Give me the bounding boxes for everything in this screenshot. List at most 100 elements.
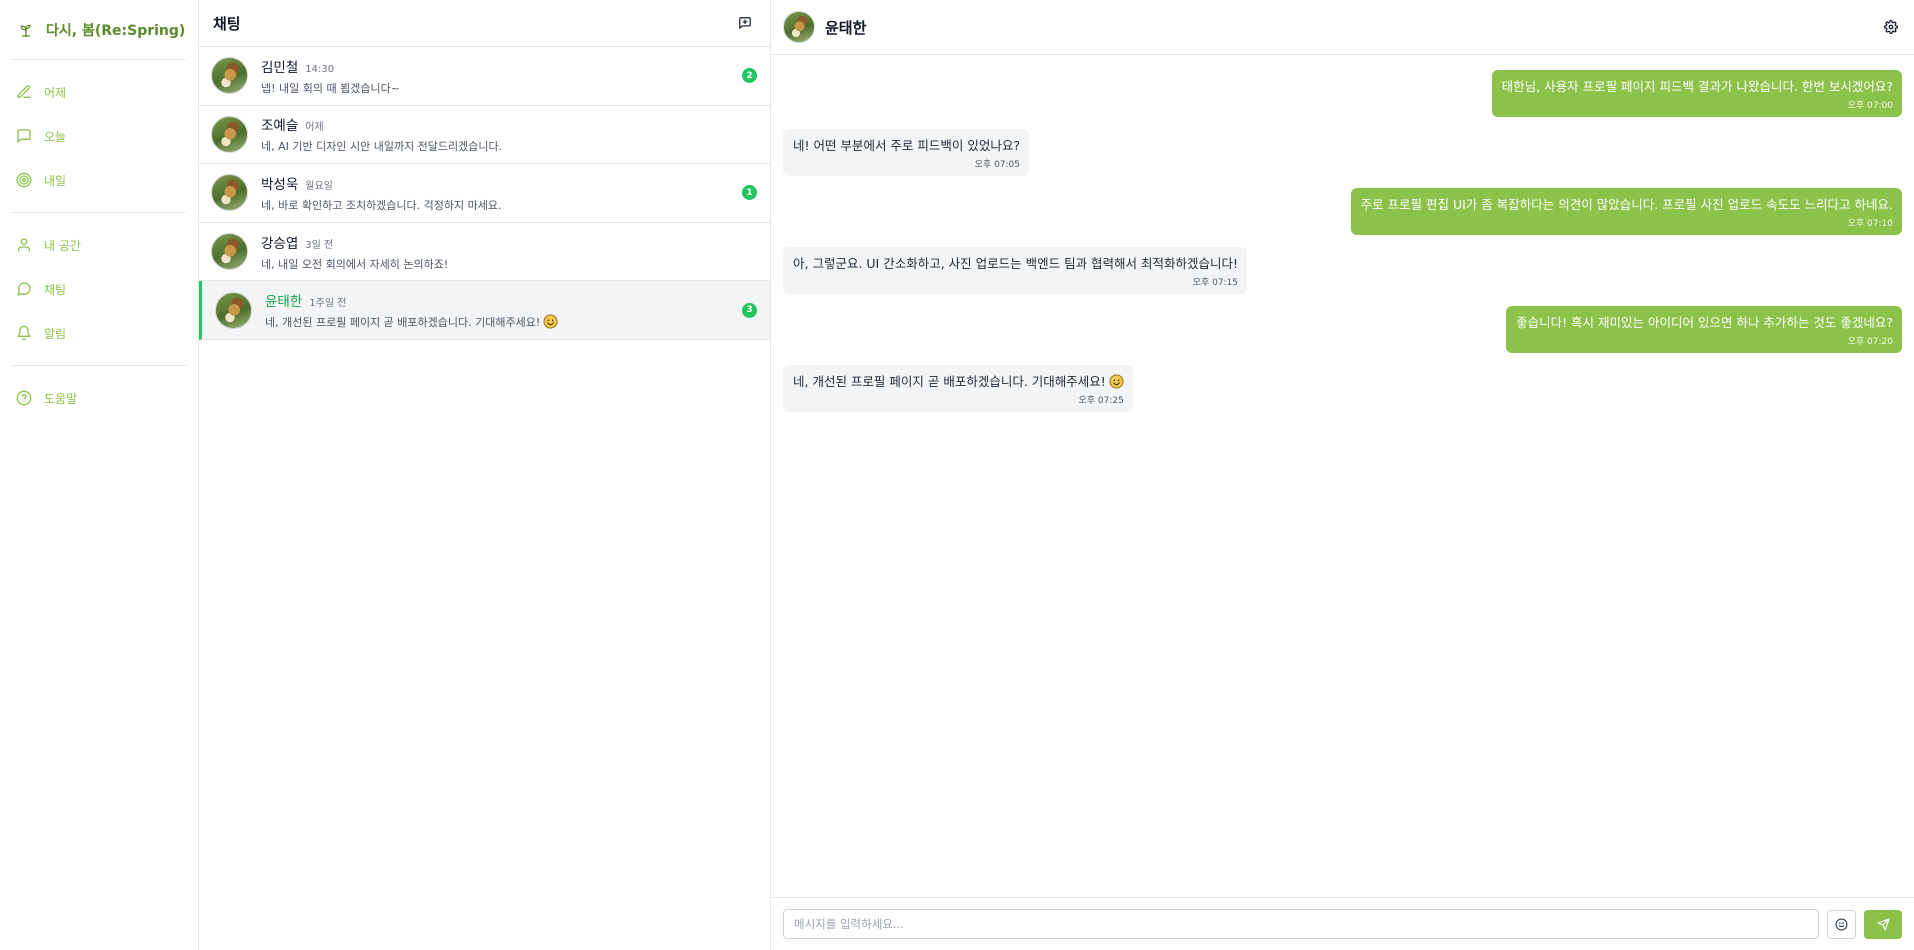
nav-group: 도움말 (12, 366, 186, 430)
message-bubble[interactable]: 태한님, 사용자 프로필 페이지 피드백 결과가 나왔습니다. 한번 보시겠어요… (1491, 70, 1902, 117)
chat-items: 김민철 14:30 넵! 내일 회의 때 뵙겠습니다~ 2 조예슬 어제 네, AI 기반 … (199, 47, 770, 340)
message-bubble[interactable]: 네! 어떤 부분에서 주로 피드백이 있었나요? 오후 07:05 (783, 129, 1030, 176)
avatar (211, 57, 248, 95)
chat-preview-text: 네, 개선된 프로필 페이지 곧 배포하겠습니다. 기대해주세요! (265, 316, 541, 330)
sprout-icon (20, 24, 31, 37)
nav-item-help-circle[interactable]: 도움말 (12, 376, 186, 420)
message-input[interactable] (783, 909, 1819, 939)
chat-preview: 네, AI 기반 디자인 시안 내일까지 전달드리겠습니다. (261, 138, 758, 154)
message-text: 주로 프로필 편집 UI가 좀 복잡하다는 의견이 많았습니다. 프로필 사진 … (1360, 197, 1893, 212)
chat-preview-text: 네, 내일 오전 회의에서 자세히 논의하죠! (261, 257, 449, 271)
chat-item-body: 조예슬 어제네, AI 기반 디자인 시안 내일까지 전달드리겠습니다. (261, 114, 758, 154)
message-thread: 태한님, 사용자 프로필 페이지 피드백 결과가 나왔습니다. 한번 보시겠어요… (771, 55, 1914, 897)
chat-preview: 네, 내일 오전 회의에서 자세히 논의하죠! (261, 256, 758, 272)
nav-item-bell[interactable]: 알림 (12, 311, 186, 355)
chat-list-item[interactable]: 강승엽 3일 전 네, 내일 오전 회의에서 자세히 논의하죠! (199, 223, 770, 282)
brand[interactable]: 다시, 봄(Re:Spring) (12, 0, 186, 60)
emoji-button[interactable] (1827, 909, 1856, 939)
message-text-row: 네, 개선된 프로필 페이지 곧 배포하겠습니다. 기대해주세요! (793, 373, 1124, 390)
chat-list-title: 채팅 (213, 14, 241, 33)
chat-preview-text: 네, AI 기반 디자인 시안 내일까지 전달드리겠습니다. (261, 140, 503, 154)
avatar (211, 174, 248, 212)
nav-item-label: 알림 (44, 326, 67, 341)
incoming-message: 아, 그렇군요. UI 간소화하고, 사진 업로드는 백엔드 팀과 협력해서 최… (783, 247, 1902, 294)
chat-time: 어제 (305, 122, 324, 134)
help-circle-icon (16, 390, 32, 406)
avatar[interactable] (783, 11, 815, 43)
brand-title: 다시, 봄(Re:Spring) (46, 22, 186, 39)
incoming-message: 네, 개선된 프로필 페이지 곧 배포하겠습니다. 기대해주세요! 오후 07:2… (783, 365, 1902, 412)
chat-list-header: 채팅 (199, 0, 770, 47)
message-text-row: 좋습니다! 혹시 재미있는 아이디어 있으면 하나 추가하는 것도 좋겠네요? (1516, 314, 1893, 331)
unread-badge: 3 (742, 302, 757, 318)
unread-badge: 1 (742, 185, 757, 201)
chat-list-item[interactable]: 윤태한 1주일 전네, 개선된 프로필 페이지 곧 배포하겠습니다. 기대해주세요… (199, 281, 770, 340)
avatar (215, 291, 252, 329)
chat-name: 김민철 (261, 59, 299, 76)
smile-icon (1835, 918, 1848, 930)
bell-icon (17, 325, 31, 341)
new-message-icon (739, 17, 751, 29)
chat-time: 14:30 (305, 63, 335, 75)
nav-item-label: 오늘 (44, 129, 67, 144)
user-icon (18, 238, 30, 252)
new-chat-button[interactable] (734, 12, 756, 34)
message-time: 오후 07:15 (1192, 278, 1239, 288)
send-button[interactable] (1864, 909, 1902, 939)
message-time: 오후 07:10 (1847, 219, 1893, 229)
message-text-row: 네! 어떤 부분에서 주로 피드백이 있었나요? (793, 137, 1020, 154)
gear-icon (1884, 20, 1898, 34)
nav-item-label: 어제 (44, 85, 67, 100)
chat-time: 1주일 전 (309, 298, 347, 310)
message-time: 오후 07:05 (974, 160, 1021, 170)
chat-item-body: 강승엽 3일 전 네, 내일 오전 회의에서 자세히 논의하죠! (261, 232, 758, 272)
nav-item-label: 내 공간 (44, 238, 81, 253)
message-bubble[interactable]: 주로 프로필 편집 UI가 좀 복잡하다는 의견이 많았습니다. 프로필 사진 … (1350, 188, 1902, 235)
message-text-row: 주로 프로필 편집 UI가 좀 복잡하다는 의견이 많았습니다. 프로필 사진 … (1361, 196, 1893, 213)
nav-item-label: 채팅 (44, 282, 67, 297)
avatar (211, 115, 248, 153)
chat-item-body: 윤태한 1주일 전네, 개선된 프로필 페이지 곧 배포하겠습니다. 기대해주세요… (265, 290, 742, 330)
chat-list-item[interactable]: 조예슬 어제네, AI 기반 디자인 시안 내일까지 전달드리겠습니다. (199, 106, 770, 165)
message-bubble[interactable]: 아, 그렇군요. UI 간소화하고, 사진 업로드는 백엔드 팀과 협력해서 최… (783, 247, 1248, 294)
message-time: 오후 07:25 (1078, 396, 1124, 406)
target-icon (16, 172, 32, 188)
conversation-name: 윤태한 (825, 18, 867, 37)
chat-time: 월요일 (305, 180, 333, 192)
chat-name: 강승엽 (261, 235, 299, 252)
chat-preview: 네, 개선된 프로필 페이지 곧 배포하겠습니다. 기대해주세요! (265, 314, 742, 330)
message-bubble[interactable]: 좋습니다! 혹시 재미있는 아이디어 있으면 하나 추가하는 것도 좋겠네요? 오… (1506, 306, 1902, 353)
chat-list-panel: 채팅 김민철 14:30 넵! 내일 회의 때 뵙겠습니다~ 2 조예슬 어제 네, AI … (199, 0, 771, 950)
smile-emoji-icon (543, 314, 558, 329)
composer (771, 897, 1914, 950)
nav-item-pencil[interactable]: 어제 (12, 70, 186, 114)
message-time: 오후 07:20 (1847, 337, 1893, 347)
chat-preview: 네, 바로 확인하고 조치하겠습니다. 걱정하지 마세요. (261, 197, 742, 213)
chat-name: 조예슬 (261, 118, 299, 135)
chat-name: 박성욱 (261, 176, 299, 193)
nav-item-chat-bubble[interactable]: 오늘 (12, 114, 186, 158)
avatar (211, 233, 248, 271)
message-text: 아, 그렇군요. UI 간소화하고, 사진 업로드는 백엔드 팀과 협력해서 최… (793, 256, 1239, 271)
chat-list-item[interactable]: 박성욱 월요일네, 바로 확인하고 조치하겠습니다. 걱정하지 마세요. 1 (199, 164, 770, 223)
chat-round-icon (17, 282, 31, 296)
message-text: 네, 개선된 프로필 페이지 곧 배포하겠습니다. 기대해주세요! (793, 374, 1106, 389)
nav-group: 어제오늘내일 (12, 60, 186, 213)
message-text-row: 태한님, 사용자 프로필 페이지 피드백 결과가 나왔습니다. 한번 보시겠어요… (1502, 78, 1893, 95)
chat-preview-text: 네, 바로 확인하고 조치하겠습니다. 걱정하지 마세요. (261, 198, 502, 212)
nav-item-user[interactable]: 내 공간 (12, 223, 186, 267)
settings-button[interactable] (1880, 16, 1902, 38)
smile-emoji-icon (1109, 374, 1124, 389)
message-bubble[interactable]: 네, 개선된 프로필 페이지 곧 배포하겠습니다. 기대해주세요! 오후 07:2… (783, 365, 1133, 412)
message-text: 네! 어떤 부분에서 주로 피드백이 있었나요? (793, 138, 1021, 153)
pencil-icon (17, 85, 31, 98)
nav-item-target[interactable]: 내일 (12, 158, 186, 202)
chat-name: 윤태한 (265, 294, 303, 311)
chat-list-item[interactable]: 김민철 14:30 넵! 내일 회의 때 뵙겠습니다~ 2 (199, 47, 770, 106)
nav-item-label: 도움말 (44, 391, 78, 406)
chat-item-body: 김민철 14:30 넵! 내일 회의 때 뵙겠습니다~ (261, 56, 742, 96)
nav-item-chat-round[interactable]: 채팅 (12, 267, 186, 311)
unread-badge: 2 (742, 68, 757, 84)
conversation-panel: 윤태한 태한님, 사용자 프로필 페이지 피드백 결과가 나왔습니다. 한번 보… (771, 0, 1914, 950)
outgoing-message: 주로 프로필 편집 UI가 좀 복잡하다는 의견이 많았습니다. 프로필 사진 … (783, 188, 1902, 235)
